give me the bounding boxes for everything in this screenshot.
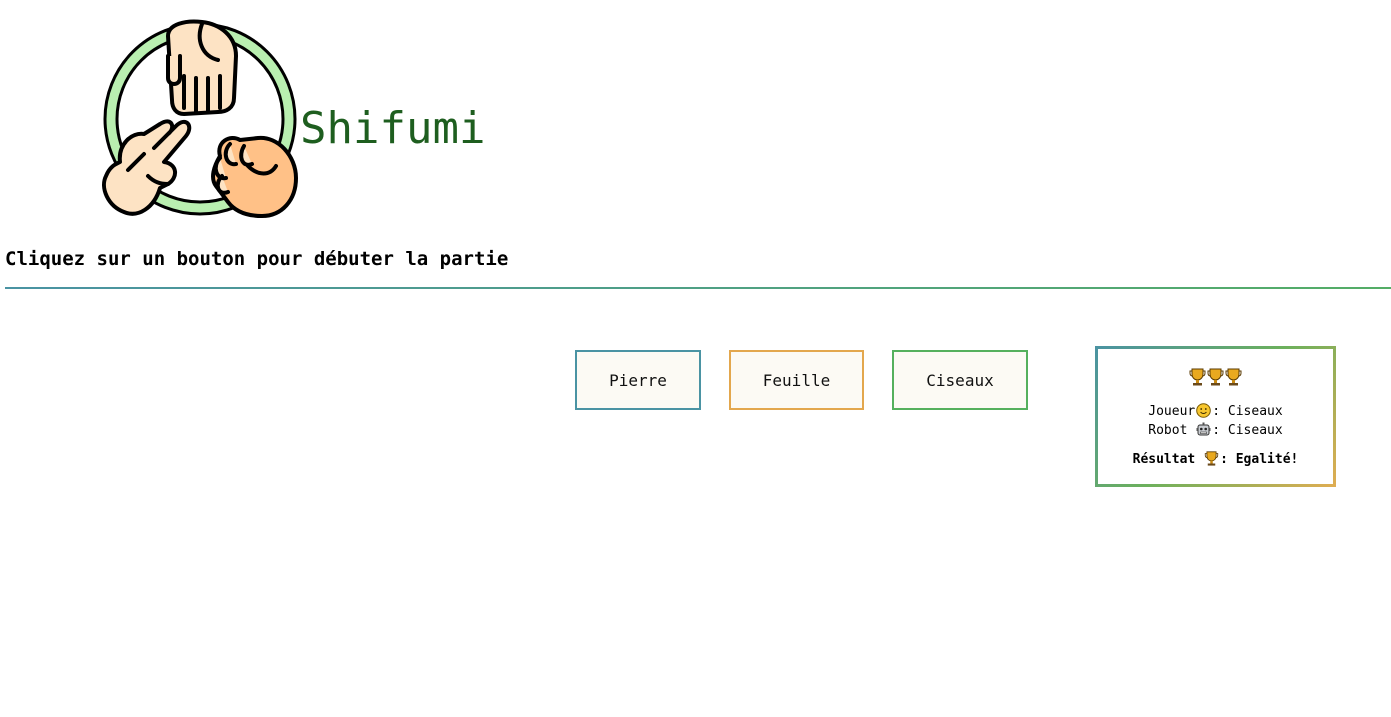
header: Shifumi xyxy=(98,16,518,222)
divider xyxy=(5,287,1391,289)
joueur-line: Joueur : Ciseaux xyxy=(1098,402,1333,421)
feuille-button[interactable]: Feuille xyxy=(729,350,864,410)
rock-paper-scissors-hands-icon xyxy=(102,19,298,218)
trophy-row xyxy=(1098,368,1333,386)
trophy-icon xyxy=(1225,368,1242,386)
joueur-label: Joueur xyxy=(1148,404,1196,419)
robot-label: Robot xyxy=(1148,423,1196,438)
joueur-choice: : Ciseaux xyxy=(1212,404,1283,419)
page-title: Shifumi xyxy=(300,103,486,154)
scoreboard: Joueur : Ciseaux Robot : Ciseaux Résultat… xyxy=(1095,346,1336,487)
trophy-icon xyxy=(1189,368,1206,386)
instruction-text: Cliquez sur un bouton pour débuter la pa… xyxy=(5,248,509,270)
robot-face-icon xyxy=(1196,422,1211,436)
robot-line: Robot : Ciseaux xyxy=(1098,421,1333,440)
trophy-icon xyxy=(1207,368,1224,386)
trophy-icon xyxy=(1204,451,1219,466)
robot-choice: : Ciseaux xyxy=(1212,423,1283,438)
smiley-face-icon xyxy=(1196,403,1212,418)
pierre-button[interactable]: Pierre xyxy=(575,350,701,410)
ciseaux-button[interactable]: Ciseaux xyxy=(892,350,1028,410)
result-line: Résultat : Egalité! xyxy=(1098,450,1333,469)
result-value: : Egalité! xyxy=(1220,452,1299,467)
result-label: Résultat xyxy=(1132,452,1204,467)
